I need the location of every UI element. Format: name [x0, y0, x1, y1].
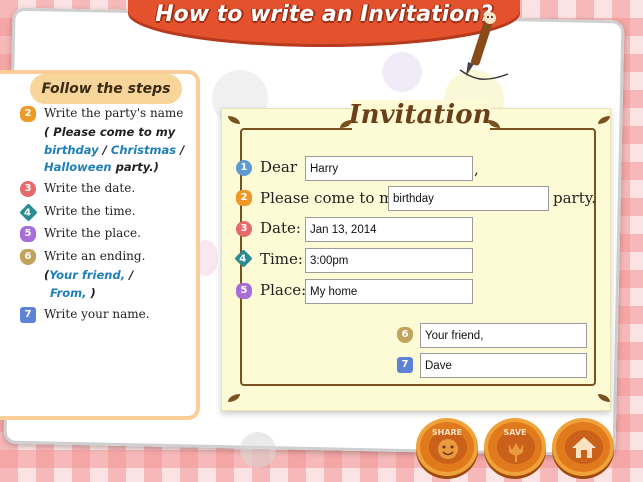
party-hint-options: birthday / Christmas /	[44, 143, 184, 157]
step-label: Write the place.	[44, 226, 141, 240]
party-input[interactable]: birthday	[388, 186, 549, 211]
hint-your-friend: Your friend,	[49, 268, 126, 282]
hint-halloween: Halloween	[44, 160, 112, 174]
home-button[interactable]	[552, 418, 614, 476]
pen-icon	[459, 12, 509, 80]
place-input[interactable]: My home	[305, 279, 473, 304]
date-input[interactable]: Jan 13, 2014	[305, 217, 473, 242]
decor-dot	[382, 52, 422, 92]
party-hint-tail: Halloween party.)	[44, 160, 159, 174]
dear-label: Dear	[260, 158, 298, 176]
step-badge: 2	[20, 106, 36, 122]
hint-tail: party.)	[111, 160, 159, 174]
party-hint: ( Please come to my	[44, 125, 175, 139]
field-badge: 2	[236, 190, 252, 206]
step-label: Write the date.	[44, 181, 136, 195]
steps-panel	[0, 70, 200, 420]
step-label: Write your name.	[44, 307, 150, 321]
step-badge-number: 4	[23, 207, 31, 219]
house-icon-graphic	[572, 437, 596, 458]
field-badge: 1	[236, 160, 252, 176]
save-label: SAVE	[503, 428, 527, 437]
time-input[interactable]: 3:00pm	[305, 248, 473, 273]
hint-close: )	[86, 286, 96, 300]
house-icon	[565, 430, 603, 464]
time-label: Time:	[260, 250, 303, 268]
hint-sep: /	[176, 143, 185, 157]
step-badge: 3	[20, 181, 36, 197]
dear-input[interactable]: Harry	[305, 156, 473, 181]
hint-christmas: Christmas	[110, 143, 177, 157]
party-suffix: party.	[553, 189, 596, 207]
party-label: Please come to my	[260, 189, 402, 207]
ending-input[interactable]: Your friend,	[420, 323, 587, 348]
place-label: Place:	[260, 281, 307, 299]
hint-sep: /	[125, 268, 134, 282]
share-label: SHARE	[431, 428, 463, 437]
date-label: Date:	[260, 219, 301, 237]
dear-comma: ,	[474, 160, 479, 178]
steps-header: Follow the steps	[30, 74, 182, 104]
field-badge: 5	[236, 283, 252, 299]
field-badge: 7	[397, 357, 413, 373]
field-badge-number: 4	[239, 253, 247, 265]
hint-sep: /	[98, 143, 111, 157]
step-badge: 5	[20, 226, 36, 242]
share-button[interactable]: SHARE	[416, 418, 478, 476]
ending-hint: (Your friend, /	[44, 268, 133, 282]
hint-birthday: birthday	[44, 143, 99, 157]
step-badge: 6	[20, 249, 36, 265]
step-label: Write an ending.	[44, 249, 146, 263]
card-title: Invitation	[348, 100, 492, 130]
step-label: Write the time.	[44, 204, 136, 218]
step-badge: 7	[20, 307, 36, 323]
field-badge: 3	[236, 221, 252, 237]
save-button[interactable]: SAVE	[484, 418, 546, 476]
hint-from: From,	[50, 286, 87, 300]
field-badge: 6	[397, 327, 413, 343]
name-input[interactable]: Dave	[420, 353, 587, 378]
decor-dot	[240, 432, 276, 468]
hint-open: ( Please come to my	[44, 125, 176, 139]
ending-hint-tail: From, )	[50, 286, 96, 300]
step-label: Write the party's name	[44, 106, 184, 120]
